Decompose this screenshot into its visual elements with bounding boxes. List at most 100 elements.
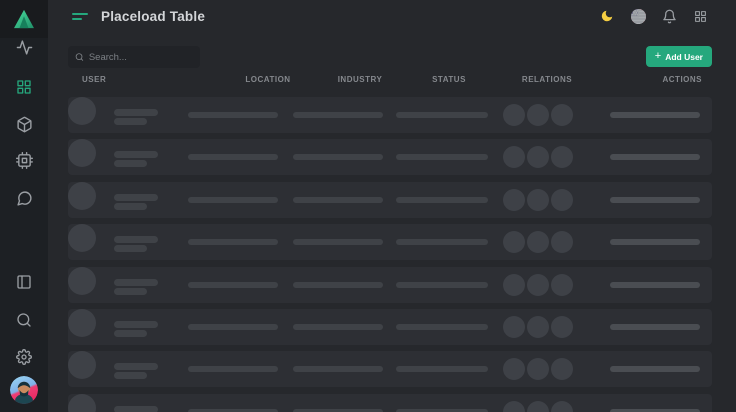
industry-placeholder [293, 324, 383, 330]
relation-circle-placeholder [527, 146, 549, 168]
apps-grid-icon [694, 10, 707, 23]
add-user-label: Add User [665, 52, 703, 62]
table-row-skeleton [68, 139, 712, 175]
table-toolbar: + Add User [68, 46, 712, 68]
user-subtitle-placeholder [114, 118, 147, 125]
plus-icon: + [655, 51, 661, 62]
actions-placeholder [610, 324, 700, 330]
dark-mode-toggle[interactable] [597, 6, 617, 26]
column-header-industry: INDUSTRY [338, 75, 383, 84]
panels-icon [16, 274, 32, 290]
activity-icon [16, 39, 33, 56]
user-subtitle-placeholder [114, 245, 147, 252]
sidebar-item-dashboard[interactable] [0, 69, 48, 105]
relations-placeholder-group [503, 316, 573, 338]
add-user-button[interactable]: + Add User [646, 46, 712, 67]
actions-placeholder [610, 154, 700, 160]
relation-circle-placeholder [551, 401, 573, 412]
relation-circle-placeholder [527, 316, 549, 338]
status-placeholder [396, 366, 488, 372]
industry-placeholder [293, 154, 383, 160]
relation-circle-placeholder [527, 358, 549, 380]
sidebar-item-panels[interactable] [0, 264, 48, 300]
user-name-placeholder [114, 406, 158, 412]
column-header-status: STATUS [432, 75, 466, 84]
user-name-placeholder [114, 321, 158, 328]
search-input[interactable] [89, 52, 193, 63]
search-icon [16, 312, 32, 328]
sidebar-item-activity[interactable] [0, 29, 48, 65]
relation-circle-placeholder [551, 358, 573, 380]
relation-circle-placeholder [527, 401, 549, 412]
dashboard-grid-icon [16, 79, 32, 95]
language-selector[interactable] [628, 6, 648, 26]
top-icon-group [597, 6, 710, 26]
relation-circle-placeholder [551, 316, 573, 338]
actions-placeholder [610, 197, 700, 203]
avatar-placeholder [68, 394, 96, 412]
relations-placeholder-group [503, 274, 573, 296]
notifications-button[interactable] [659, 6, 679, 26]
status-placeholder [396, 324, 488, 330]
column-header-actions: ACTIONS [663, 75, 703, 84]
top-bar: Placeload Table [48, 0, 736, 32]
sidebar-item-settings[interactable] [0, 339, 48, 375]
avatar-placeholder [68, 351, 96, 379]
relation-circle-placeholder [551, 231, 573, 253]
bell-icon [662, 9, 677, 24]
location-placeholder [188, 112, 278, 118]
main-content: + Add User USER LOCATION INDUSTRY STATUS… [48, 32, 736, 412]
table-row-skeleton [68, 182, 712, 218]
menu-icon[interactable] [72, 9, 90, 23]
user-name-placeholder [114, 194, 158, 201]
status-placeholder [396, 154, 488, 160]
apps-menu-button[interactable] [690, 6, 710, 26]
avatar-placeholder [68, 97, 96, 125]
table-row-skeleton [68, 267, 712, 303]
table-row-skeleton [68, 351, 712, 387]
relations-placeholder-group [503, 358, 573, 380]
settings-gear-icon [16, 349, 32, 365]
location-placeholder [188, 282, 278, 288]
page-title: Placeload Table [101, 9, 205, 24]
avatar-placeholder [68, 309, 96, 337]
user-subtitle-placeholder [114, 203, 147, 210]
user-name-placeholder [114, 109, 158, 116]
actions-placeholder [610, 282, 700, 288]
box-icon [16, 116, 33, 133]
location-placeholder [188, 366, 278, 372]
table-row-skeleton [68, 224, 712, 260]
relations-placeholder-group [503, 104, 573, 126]
industry-placeholder [293, 197, 383, 203]
column-header-relations: RELATIONS [522, 75, 572, 84]
sidebar-item-messages[interactable] [0, 180, 48, 216]
industry-placeholder [293, 282, 383, 288]
user-avatar[interactable] [10, 376, 38, 404]
actions-placeholder [610, 112, 700, 118]
relation-circle-placeholder [503, 358, 525, 380]
search-icon [75, 52, 84, 62]
industry-placeholder [293, 239, 383, 245]
avatar-placeholder [68, 224, 96, 252]
actions-placeholder [610, 239, 700, 245]
user-subtitle-placeholder [114, 330, 147, 337]
chat-bubble-icon [16, 190, 33, 207]
sidebar-item-elements[interactable] [0, 142, 48, 178]
column-header-location: LOCATION [245, 75, 290, 84]
sidebar [0, 0, 48, 412]
user-subtitle-placeholder [114, 288, 147, 295]
user-subtitle-placeholder [114, 372, 147, 379]
avatar-image-icon [10, 376, 38, 404]
user-subtitle-placeholder [114, 160, 147, 167]
sidebar-item-search[interactable] [0, 302, 48, 338]
relation-circle-placeholder [527, 274, 549, 296]
location-placeholder [188, 239, 278, 245]
relation-circle-placeholder [551, 274, 573, 296]
location-placeholder [188, 154, 278, 160]
user-name-placeholder [114, 279, 158, 286]
actions-placeholder [610, 366, 700, 372]
industry-placeholder [293, 366, 383, 372]
relations-placeholder-group [503, 231, 573, 253]
user-name-placeholder [114, 151, 158, 158]
sidebar-item-components[interactable] [0, 106, 48, 142]
